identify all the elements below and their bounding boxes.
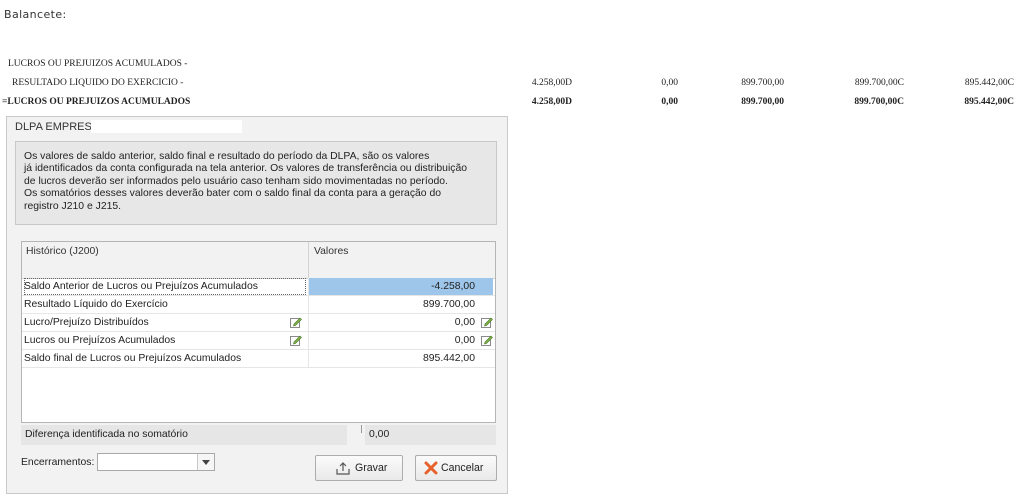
upload-icon bbox=[336, 462, 350, 478]
chevron-down-icon bbox=[202, 460, 210, 465]
row-value: -4.258,00 bbox=[431, 281, 475, 292]
dialog-titlebar: DLPA EMPRESA bbox=[7, 117, 507, 137]
difference-row: Diferença identificada no somatório 0,00 bbox=[21, 425, 496, 445]
divider-tick bbox=[361, 425, 362, 433]
difference-label: Diferença identificada no somatório bbox=[21, 425, 347, 445]
balancete-row-label: LUCROS OU PREJUIZOS ACUMULADOS - bbox=[8, 59, 188, 69]
column-divider bbox=[308, 242, 309, 278]
balancete-value: 4.258,00D bbox=[531, 97, 572, 107]
balancete-row: RESULTADO LIQUIDO DO EXERCICIO - 4.258,0… bbox=[0, 76, 1024, 90]
dlpa-dialog: DLPA EMPRESA Os valores de saldo anterio… bbox=[6, 116, 508, 494]
row-label: Saldo Anterior de Lucros ou Prejuízos Ac… bbox=[24, 278, 306, 295]
row-value: 899.700,00 bbox=[422, 299, 475, 310]
balancete-value: 895.442,00C bbox=[964, 78, 1014, 88]
grid-row-lucros-acumulados[interactable]: Lucros ou Prejuízos Acumulados 0,00 bbox=[22, 332, 495, 350]
column-divider bbox=[308, 278, 309, 295]
encerramentos-label: Encerramentos: bbox=[21, 457, 95, 468]
info-line: de lucros deverão ser informados pelo us… bbox=[24, 175, 448, 187]
column-divider bbox=[308, 332, 309, 349]
balancete-value: 899.700,00C bbox=[854, 78, 904, 88]
company-name-redacted bbox=[91, 120, 242, 133]
edit-icon[interactable] bbox=[290, 334, 302, 346]
column-divider bbox=[308, 350, 309, 367]
balancete-value: 899.700,00C bbox=[854, 97, 904, 107]
info-panel: Os valores de saldo anterior, saldo fina… bbox=[15, 141, 497, 225]
column-divider bbox=[308, 296, 309, 313]
balancete-row: LUCROS OU PREJUIZOS ACUMULADOS - bbox=[0, 57, 1024, 71]
balancete-value: 899.700,00 bbox=[741, 78, 784, 88]
info-line: Os valores de saldo anterior, saldo fina… bbox=[24, 151, 430, 162]
info-line: já identificados da conta configurada na… bbox=[24, 163, 468, 175]
row-label: Lucro/Prejuízo Distribuídos bbox=[24, 317, 149, 328]
edit-icon[interactable] bbox=[481, 316, 493, 328]
balancete-row: =LUCROS OU PREJUIZOS ACUMULADOS 4.258,00… bbox=[0, 95, 1024, 109]
balancete-row-label: RESULTADO LIQUIDO DO EXERCICIO - bbox=[12, 78, 184, 88]
info-line: registro J210 e J215. bbox=[24, 200, 122, 212]
row-label: Resultado Líquido do Exercício bbox=[24, 299, 168, 310]
balancete-value: 0,00 bbox=[661, 78, 678, 88]
cancel-button[interactable]: Cancelar bbox=[415, 455, 497, 481]
save-button[interactable]: Gravar bbox=[315, 455, 403, 481]
balancete-value: 4.258,00D bbox=[531, 78, 572, 88]
close-icon bbox=[424, 461, 438, 478]
cancel-button-label: Cancelar bbox=[441, 462, 484, 474]
dialog-title: DLPA EMPRESA bbox=[15, 121, 100, 133]
grid-row-lucro-distribuido[interactable]: Lucro/Prejuízo Distribuídos 0,00 bbox=[22, 314, 495, 332]
save-button-label: Gravar bbox=[355, 462, 388, 474]
grid-row-saldo-final[interactable]: Saldo final de Lucros ou Prejuízos Acumu… bbox=[22, 350, 495, 368]
edit-icon[interactable] bbox=[290, 316, 302, 328]
row-label: Saldo final de Lucros ou Prejuízos Acumu… bbox=[24, 353, 242, 364]
grid-header: Histórico (J200) Valores bbox=[22, 242, 495, 279]
balancete-value: 0,00 bbox=[661, 97, 678, 107]
balancete-value: 895.442,00C bbox=[964, 97, 1014, 107]
info-line: Os somatórios desses valores deverão bat… bbox=[24, 188, 442, 200]
column-divider bbox=[308, 314, 309, 331]
difference-value: 0,00 bbox=[365, 425, 496, 445]
balancete-caption: Balancete: bbox=[4, 8, 67, 21]
row-label: Lucros ou Prejuízos Acumulados bbox=[24, 335, 176, 346]
grid-row-saldo-anterior[interactable]: Saldo Anterior de Lucros ou Prejuízos Ac… bbox=[22, 278, 495, 296]
edit-icon[interactable] bbox=[481, 334, 493, 346]
grid-row-resultado-liquido[interactable]: Resultado Líquido do Exercício 899.700,0… bbox=[22, 296, 495, 314]
row-value: 895.442,00 bbox=[422, 353, 475, 364]
dlpa-grid: Histórico (J200) Valores Saldo Anterior … bbox=[21, 241, 496, 423]
row-value: 0,00 bbox=[454, 317, 475, 328]
encerramentos-select[interactable] bbox=[97, 453, 215, 471]
balancete-row-label: =LUCROS OU PREJUIZOS ACUMULADOS bbox=[2, 97, 191, 107]
dropdown-button[interactable] bbox=[197, 454, 214, 470]
balancete-value: 899.700,00 bbox=[741, 97, 784, 107]
column-header-valores[interactable]: Valores bbox=[314, 246, 348, 257]
column-header-historico[interactable]: Histórico (J200) bbox=[26, 246, 99, 257]
row-value: 0,00 bbox=[454, 335, 475, 346]
